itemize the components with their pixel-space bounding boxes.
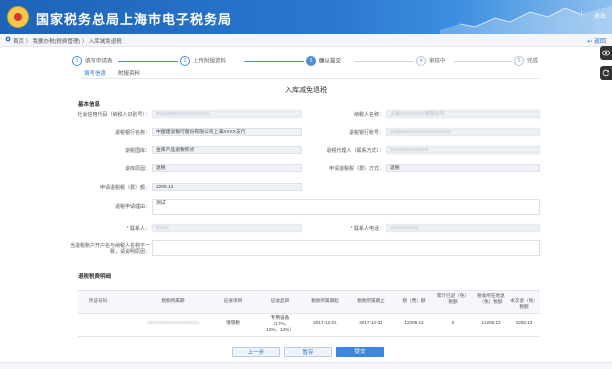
step-review: 4 审核中 xyxy=(416,56,446,66)
refresh-icon xyxy=(602,69,609,77)
table-header-cell: 累计已退（免）税额 xyxy=(436,293,470,304)
table-row: XXXXXXXXXXXXXXXXX 增值税 专用设备（17%、13%、13%） … xyxy=(78,312,540,337)
method-field[interactable]: 退税 xyxy=(152,164,302,172)
reason-label: 退税申请理由： xyxy=(114,204,150,210)
table-cell: 0 xyxy=(451,320,455,325)
logout-button[interactable]: 退出 xyxy=(594,11,606,20)
top-header: 国家税务总局上海市电子税务局 | 退出 xyxy=(0,0,612,34)
tab-divider xyxy=(80,78,540,79)
table-cell: 增值税 xyxy=(226,320,240,325)
side-refresh-button[interactable] xyxy=(600,66,612,80)
credit-code-label: 社会信用代码（纳税人识别号）： xyxy=(77,112,150,118)
user-separator: | xyxy=(580,11,582,17)
table-header-cell: 税额所属期 xyxy=(161,298,185,303)
refund-account-field[interactable]: 31050XXXXXXXXXXXXXXX xyxy=(386,128,540,136)
refund-account-label: 退税银行账号： xyxy=(348,130,384,136)
table-cell: 专用设备（17%、13%、13%） xyxy=(266,315,294,332)
account-mismatch-textarea[interactable] xyxy=(152,240,540,256)
agent-label: 退税代理人（联系方式）： xyxy=(326,148,384,154)
treasury-field[interactable]: 金库产品退税积点 xyxy=(152,146,302,154)
previous-step-button[interactable]: 上一步 xyxy=(232,347,280,357)
back-label: 返回 xyxy=(593,39,606,45)
agent-field[interactable]: XXXXXXXXXXXX xyxy=(386,146,540,154)
refund-detail-heading: 退税税费明细 xyxy=(78,274,112,280)
tab-attachments[interactable]: 附报资料 xyxy=(114,68,144,78)
table-header-cell: 税款所属期止 xyxy=(357,298,385,303)
table-cell: 2017-12-01 xyxy=(313,320,337,325)
treasury-label: 退税国库： xyxy=(124,148,150,154)
method-label: 退库原因： xyxy=(124,166,150,172)
step-upload: 2 上传附报资料 xyxy=(180,56,226,66)
back-button[interactable]: ↩ 返回 xyxy=(587,36,606,45)
table-header-cell: 本次退（免）税额 xyxy=(510,298,538,309)
tax-emblem-logo xyxy=(7,6,29,28)
breadcrumb[interactable]: 首页 〉 我要办税(税费管理) 〉 入库减免退税 xyxy=(13,37,122,45)
refund-type-label: 申请退税税（费）方式： xyxy=(328,166,384,172)
table-header-cell: 凭证号码 xyxy=(88,298,108,303)
great-wall-banner-image xyxy=(440,6,612,34)
basic-info-heading: 基本信息 xyxy=(78,102,101,108)
step-connector xyxy=(454,61,512,62)
step-connector xyxy=(118,61,178,62)
taxpayer-name-field[interactable]: 上海XXXXXXXX有限公司 xyxy=(386,110,540,118)
refund-bank-label: 退税银行名称： xyxy=(114,130,150,136)
form-title: 入库减免退税 xyxy=(285,87,327,94)
side-view-button[interactable] xyxy=(600,46,612,60)
home-icon[interactable] xyxy=(5,36,11,42)
contact-phone-label: * 联系人电话： xyxy=(350,226,384,232)
step-fill-form: 1 填写申请表 xyxy=(72,56,113,66)
table-header-cell: 税（费）额 xyxy=(402,298,426,303)
progress-steps: 1 填写申请表 2 上传附报资料 3 确认提交 4 审核中 5 完成 xyxy=(72,56,542,68)
table-cell: 12205.13 xyxy=(481,320,501,325)
amount-field[interactable]: 2205.13 xyxy=(152,183,302,191)
taxpayer-name-label: 纳税人名称： xyxy=(353,112,384,118)
step-confirm: 3 确认提交 xyxy=(306,56,341,66)
table-cell: XXXXXXXXXXXXXXXXX xyxy=(146,320,200,325)
contact-phone-field[interactable]: 1XXXXXXXX xyxy=(386,224,540,232)
contact-label: * 联系人： xyxy=(126,226,150,232)
account-mismatch-label: 当退税账户开户名与纳税人名称不一致，请说明原因： xyxy=(69,243,150,255)
refund-table-header: 凭证号码 税额所属期 征收项目 征收品目 税款所属期起 税款所属期止 税（费）额… xyxy=(78,290,540,314)
step-done: 5 完成 xyxy=(514,56,538,66)
table-header-cell: 税款所属期起 xyxy=(311,298,339,303)
contact-field[interactable]: XXXX xyxy=(152,224,302,232)
reason-textarea[interactable]: 测试 xyxy=(152,199,540,215)
credit-code-field[interactable]: 91310000XXXXXXXXXX xyxy=(152,110,302,118)
step-connector xyxy=(244,61,304,62)
table-cell: 2205.13 xyxy=(515,320,533,325)
table-header-cell: 税收所在地退（免）税额 xyxy=(477,293,505,304)
refund-type-field[interactable]: 退税 xyxy=(386,164,540,172)
site-title: 国家税务总局上海市电子税务局 xyxy=(36,12,233,27)
step-connector xyxy=(354,61,414,62)
refund-bank-field[interactable]: 中国建设银行股份有限公司上海XXXX支行 xyxy=(152,128,302,136)
table-header-cell: 征收项目 xyxy=(223,298,243,303)
table-cell: 12205.13 xyxy=(404,320,424,325)
submit-button[interactable]: 提交 xyxy=(336,347,384,357)
eye-icon xyxy=(602,50,610,56)
table-cell: 2017-12-31 xyxy=(359,320,383,325)
breadcrumb-bar: 首页 〉 我要办税(税费管理) 〉 入库减免退税 ↩ 返回 xyxy=(0,34,612,47)
amount-label: 申请退税税（费）额： xyxy=(99,185,150,191)
table-header-cell: 征收品目 xyxy=(270,298,290,303)
save-draft-button[interactable]: 暂存 xyxy=(284,347,332,357)
